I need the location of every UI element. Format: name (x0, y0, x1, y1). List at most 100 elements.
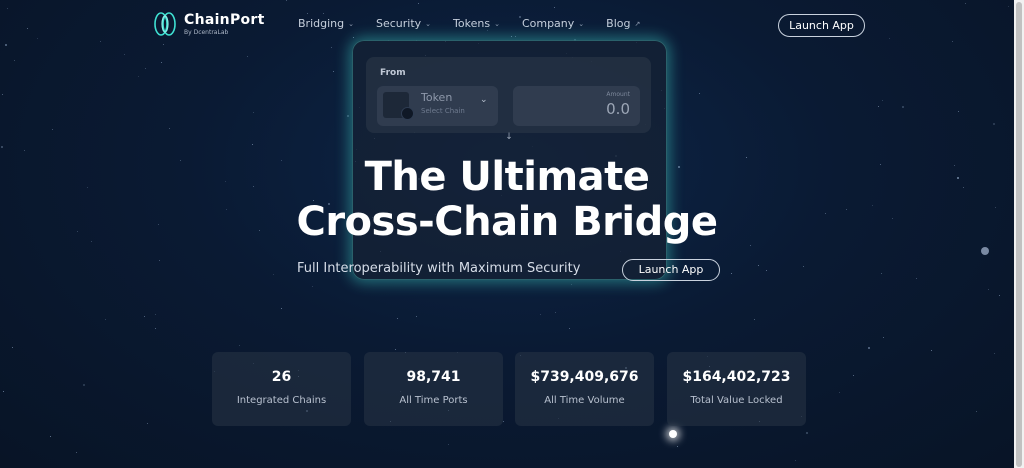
star (993, 123, 995, 125)
star (754, 319, 755, 320)
chevron-down-icon: ⌄ (494, 19, 500, 28)
hero-title-line2: Cross-Chain Bridge (296, 199, 718, 245)
hero-title-line1: The Ultimate (364, 154, 650, 200)
star (795, 460, 796, 461)
nav-item-bridging[interactable]: Bridging ⌄ (298, 17, 354, 30)
amount-value: 0.0 (606, 100, 630, 118)
nav-item-label: Bridging (298, 17, 345, 30)
star (999, 295, 1000, 296)
star (540, 314, 541, 315)
star (976, 411, 977, 412)
star (988, 289, 989, 290)
chevron-down-icon: ⌄ (425, 19, 432, 28)
main-nav: Bridging ⌄ Security ⌄ Tokens ⌄ Company ⌄… (298, 17, 640, 30)
star (555, 312, 556, 313)
star (281, 308, 282, 309)
stat-label: All Time Volume (544, 395, 625, 406)
star (124, 54, 125, 55)
star (853, 375, 854, 376)
nav-item-tokens[interactable]: Tokens ⌄ (453, 17, 500, 30)
star (758, 265, 759, 266)
star (731, 273, 732, 274)
star (273, 274, 274, 275)
chevron-down-icon: ⌄ (480, 95, 488, 105)
star (169, 128, 170, 129)
star (50, 436, 51, 437)
star (1, 146, 3, 148)
star (882, 100, 883, 101)
star (155, 328, 156, 329)
decorative-dot (981, 247, 989, 255)
star (395, 349, 396, 350)
star (766, 270, 767, 271)
hero-subtitle: Full Interoperability with Maximum Secur… (297, 261, 581, 276)
star (571, 284, 572, 285)
hero-launch-app-button[interactable]: Launch App (622, 259, 720, 281)
star (247, 56, 248, 57)
star (253, 112, 254, 113)
star (931, 350, 932, 351)
star (14, 60, 15, 61)
chain-badge-icon (401, 107, 414, 120)
nav-item-label: Blog (606, 17, 631, 30)
star (994, 353, 995, 354)
nav-item-label: Tokens (453, 17, 491, 30)
stat-value: $164,402,723 (682, 369, 791, 385)
star (958, 111, 959, 112)
star (881, 273, 882, 274)
star (12, 347, 13, 348)
from-panel: From Token Select Chain ⌄ Amount 0.0 (366, 57, 651, 133)
star (52, 129, 53, 130)
amount-input[interactable]: Amount 0.0 (513, 86, 640, 126)
stat-value: 98,741 (406, 369, 461, 385)
stat-card-tvl: $164,402,723 Total Value Locked (667, 352, 806, 426)
star (803, 266, 804, 267)
token-selector[interactable]: Token Select Chain ⌄ (377, 86, 498, 126)
star (252, 144, 253, 145)
star (677, 446, 678, 447)
page-scrollbar[interactable] (1014, 0, 1024, 468)
chevron-down-icon: ⌄ (348, 19, 354, 28)
star (144, 316, 145, 317)
star (916, 278, 917, 279)
stat-card-chains: 26 Integrated Chains (212, 352, 351, 426)
nav-item-label: Security (375, 17, 422, 30)
stat-label: All Time Ports (399, 395, 468, 406)
stat-card-ports: 98,741 All Time Ports (364, 352, 503, 426)
star (397, 318, 398, 319)
star (155, 314, 156, 315)
star (138, 76, 139, 77)
star (83, 384, 85, 386)
chainport-logo-icon (152, 11, 178, 37)
star (24, 150, 25, 151)
nav-item-company[interactable]: Company ⌄ (522, 17, 584, 30)
star (750, 245, 751, 246)
stat-label: Integrated Chains (236, 395, 327, 406)
glowing-star (669, 430, 677, 438)
star (902, 106, 904, 108)
nav-item-security[interactable]: Security ⌄ (376, 17, 431, 30)
star (239, 345, 240, 346)
star (503, 421, 504, 422)
star (3, 391, 4, 392)
token-chain-hint: Select Chain (421, 107, 465, 115)
star (416, 316, 417, 317)
star (105, 319, 106, 320)
scrollbar-thumb[interactable] (1016, 2, 1022, 467)
brand-name: ChainPort (184, 12, 265, 28)
nav-item-blog[interactable]: Blog ↗ (606, 17, 640, 30)
chevron-down-icon: ⌄ (578, 19, 585, 28)
star (145, 68, 146, 69)
star (883, 337, 884, 338)
logo[interactable]: ChainPort By DcentraLab (152, 11, 265, 37)
amount-label: Amount (606, 91, 630, 98)
star (448, 444, 449, 445)
star (76, 452, 77, 453)
star (312, 286, 313, 287)
stat-label: Total Value Locked (690, 395, 783, 406)
star (159, 260, 160, 261)
nav-item-label: Company (521, 17, 575, 30)
stat-value: $739,409,676 (530, 369, 639, 385)
launch-app-button[interactable]: Launch App (778, 14, 865, 37)
arrow-down-icon[interactable]: ↓ (502, 130, 516, 144)
